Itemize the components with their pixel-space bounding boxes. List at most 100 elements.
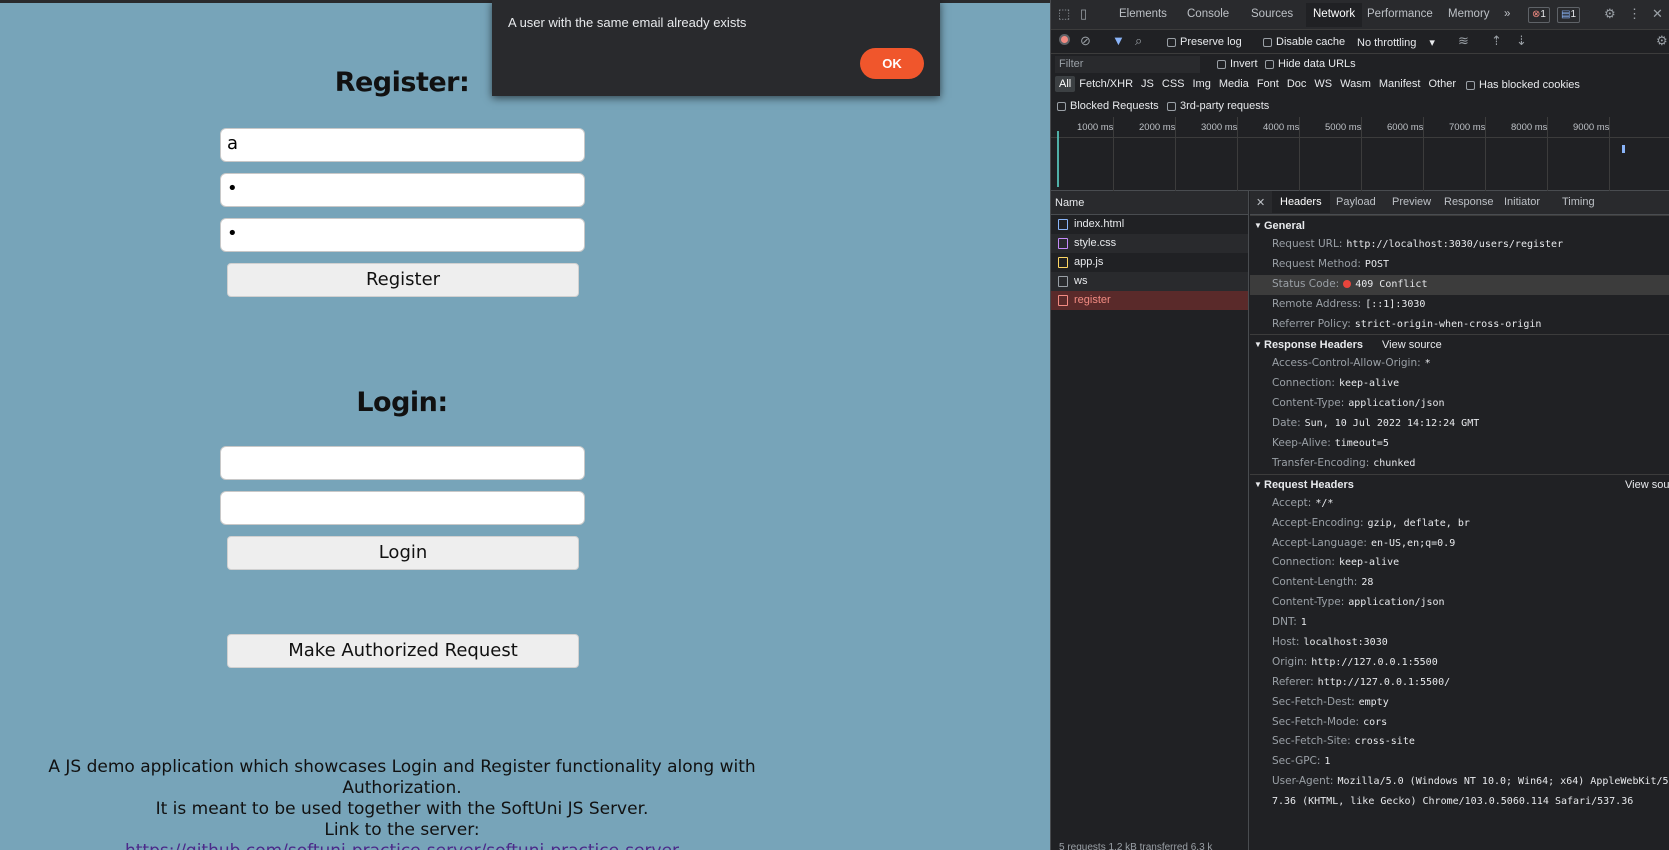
tab-performance[interactable]: Performance <box>1367 8 1433 20</box>
clear-icon[interactable]: ⊘ <box>1080 33 1091 49</box>
record-icon[interactable] <box>1059 34 1070 45</box>
timeline-tick-label: 9000 ms <box>1573 122 1610 133</box>
timeline-tick-label: 4000 ms <box>1263 122 1300 133</box>
close-details-icon[interactable]: ✕ <box>1256 196 1265 209</box>
request-row-register[interactable]: register <box>1051 291 1248 310</box>
search-icon[interactable]: ⌕ <box>1135 33 1142 49</box>
type-filter-doc[interactable]: Doc <box>1283 76 1311 92</box>
view-source-link[interactable]: View sou <box>1625 475 1669 495</box>
response-headers-section-header[interactable]: ▼ Response Headers View source <box>1250 334 1669 354</box>
type-filter-other[interactable]: Other <box>1424 76 1460 92</box>
header-value: http://127.0.0.1:5500/ <box>1317 676 1451 688</box>
header-value: cors <box>1363 716 1388 728</box>
request-headers-section-header[interactable]: ▼ Request Headers View sou <box>1250 473 1669 495</box>
tab-initiator[interactable]: Initiator <box>1504 196 1540 208</box>
request-row-index-html[interactable]: index.html <box>1051 215 1248 234</box>
header-row: Origin: http://127.0.0.1:5500 <box>1250 653 1669 673</box>
tab-memory[interactable]: Memory <box>1448 8 1490 20</box>
kebab-menu-icon[interactable]: ⋮ <box>1628 6 1641 22</box>
header-row: Accept: */* <box>1250 494 1669 514</box>
footer: A JS demo application which showcases Lo… <box>0 757 804 850</box>
tab-response[interactable]: Response <box>1444 196 1494 208</box>
message-badge[interactable]: ▤1 <box>1557 7 1581 23</box>
type-filter-js[interactable]: JS <box>1137 76 1158 92</box>
type-filter-all[interactable]: All <box>1055 76 1076 92</box>
request-row-ws[interactable]: ws <box>1051 272 1248 291</box>
import-har-icon[interactable]: ⇡ <box>1491 33 1502 49</box>
tab-headers[interactable]: Headers <box>1272 191 1330 213</box>
request-name: index.html <box>1074 218 1125 230</box>
filter-input[interactable]: Filter <box>1055 56 1200 73</box>
disable-cache-checkbox[interactable]: Disable cache <box>1263 36 1345 48</box>
blocked-cookies-checkbox[interactable]: Has blocked cookies <box>1466 79 1580 91</box>
header-key: Sec-Fetch-Dest: <box>1272 695 1355 708</box>
network-conditions-icon[interactable]: ≋ <box>1458 33 1469 49</box>
tab-console[interactable]: Console <box>1187 8 1229 20</box>
tab-sources[interactable]: Sources <box>1251 8 1293 20</box>
server-link[interactable]: https://github.com/softuni-practice-serv… <box>125 841 679 850</box>
login-email-input[interactable] <box>220 446 585 480</box>
register-email-input[interactable]: a <box>220 128 585 162</box>
general-section-header[interactable]: ▼ General <box>1250 215 1669 235</box>
more-tabs-icon[interactable]: » <box>1504 8 1510 20</box>
tab-elements[interactable]: Elements <box>1119 8 1167 20</box>
request-name: register <box>1074 294 1111 306</box>
type-filter-group: All Fetch/XHR JS CSS Img Media Font Doc WS Wasm Ma… <box>1055 76 1460 94</box>
register-password-input[interactable]: • <box>220 173 585 207</box>
request-name: style.css <box>1074 237 1117 249</box>
error-badge[interactable]: ⊗1 <box>1528 7 1550 23</box>
register-repass-input[interactable]: • <box>220 218 585 252</box>
close-devtools-icon[interactable]: ✕ <box>1652 6 1663 22</box>
register-button[interactable]: Register <box>227 263 579 297</box>
header-key: Keep-Alive: <box>1272 437 1331 450</box>
type-filter-manifest[interactable]: Manifest <box>1375 76 1425 92</box>
alert-ok-button[interactable]: OK <box>860 48 924 79</box>
header-key: Transfer-Encoding: <box>1272 456 1370 469</box>
timeline-bar <box>1622 145 1625 153</box>
request-row-style-css[interactable]: style.css <box>1051 234 1248 253</box>
tab-preview[interactable]: Preview <box>1392 196 1431 208</box>
invert-checkbox[interactable]: Invert <box>1217 58 1258 70</box>
filter-icon[interactable]: ▼ <box>1112 33 1125 48</box>
name-column-header[interactable]: Name <box>1051 191 1248 215</box>
request-row-app-js[interactable]: app.js <box>1051 253 1248 272</box>
device-toolbar-icon[interactable]: ▯ <box>1080 6 1087 22</box>
header-value: timeout=5 <box>1334 438 1389 450</box>
preserve-log-checkbox[interactable]: Preserve log <box>1167 36 1242 48</box>
header-value: strict-origin-when-cross-origin <box>1354 318 1542 330</box>
login-password-input[interactable] <box>220 491 585 525</box>
header-key: Remote Address: <box>1272 297 1362 310</box>
authorized-request-button[interactable]: Make Authorized Request <box>227 634 579 668</box>
type-filter-img[interactable]: Img <box>1189 76 1215 92</box>
status-dot-icon <box>1343 280 1352 288</box>
tab-payload[interactable]: Payload <box>1336 196 1376 208</box>
settings-icon[interactable]: ⚙ <box>1604 6 1616 22</box>
header-row: Referer: http://127.0.0.1:5500/ <box>1250 673 1669 693</box>
export-har-icon[interactable]: ⇣ <box>1516 33 1527 49</box>
header-key: Access-Control-Allow-Origin: <box>1272 357 1421 370</box>
blocked-requests-checkbox[interactable]: Blocked Requests <box>1057 100 1159 112</box>
header-key: Status Code: <box>1272 277 1340 290</box>
login-button[interactable]: Login <box>227 536 579 570</box>
header-key: Origin: <box>1272 655 1308 668</box>
type-filter-media[interactable]: Media <box>1215 76 1253 92</box>
tab-timing[interactable]: Timing <box>1562 196 1595 208</box>
type-filter-ws[interactable]: WS <box>1310 76 1336 92</box>
devtools-panel: ⬚ ▯ Elements Console Sources Network Per… <box>1050 0 1669 850</box>
type-filter-fetchxhr[interactable]: Fetch/XHR <box>1075 76 1137 92</box>
header-row: Transfer-Encoding: chunked <box>1250 454 1669 474</box>
type-filter-css[interactable]: CSS <box>1158 76 1189 92</box>
view-source-link[interactable]: View source <box>1382 335 1442 355</box>
network-settings-icon[interactable]: ⚙ <box>1656 33 1668 49</box>
header-key: Sec-Fetch-Site: <box>1272 735 1351 748</box>
third-party-checkbox[interactable]: 3rd-party requests <box>1167 100 1269 112</box>
header-value: [::1]:3030 <box>1365 298 1426 310</box>
inspect-icon[interactable]: ⬚ <box>1058 6 1070 22</box>
hide-data-urls-checkbox[interactable]: Hide data URLs <box>1265 58 1356 70</box>
devtools-tab-bar: ⬚ ▯ Elements Console Sources Network Per… <box>1051 0 1669 30</box>
throttling-select[interactable]: No throttling ▾ <box>1357 36 1435 49</box>
type-filter-font[interactable]: Font <box>1253 76 1283 92</box>
header-value: Mozilla/5.0 (Windows NT 10.0; Win64; x64… <box>1337 776 1669 788</box>
tab-network[interactable]: Network <box>1306 3 1363 27</box>
type-filter-wasm[interactable]: Wasm <box>1336 76 1375 92</box>
